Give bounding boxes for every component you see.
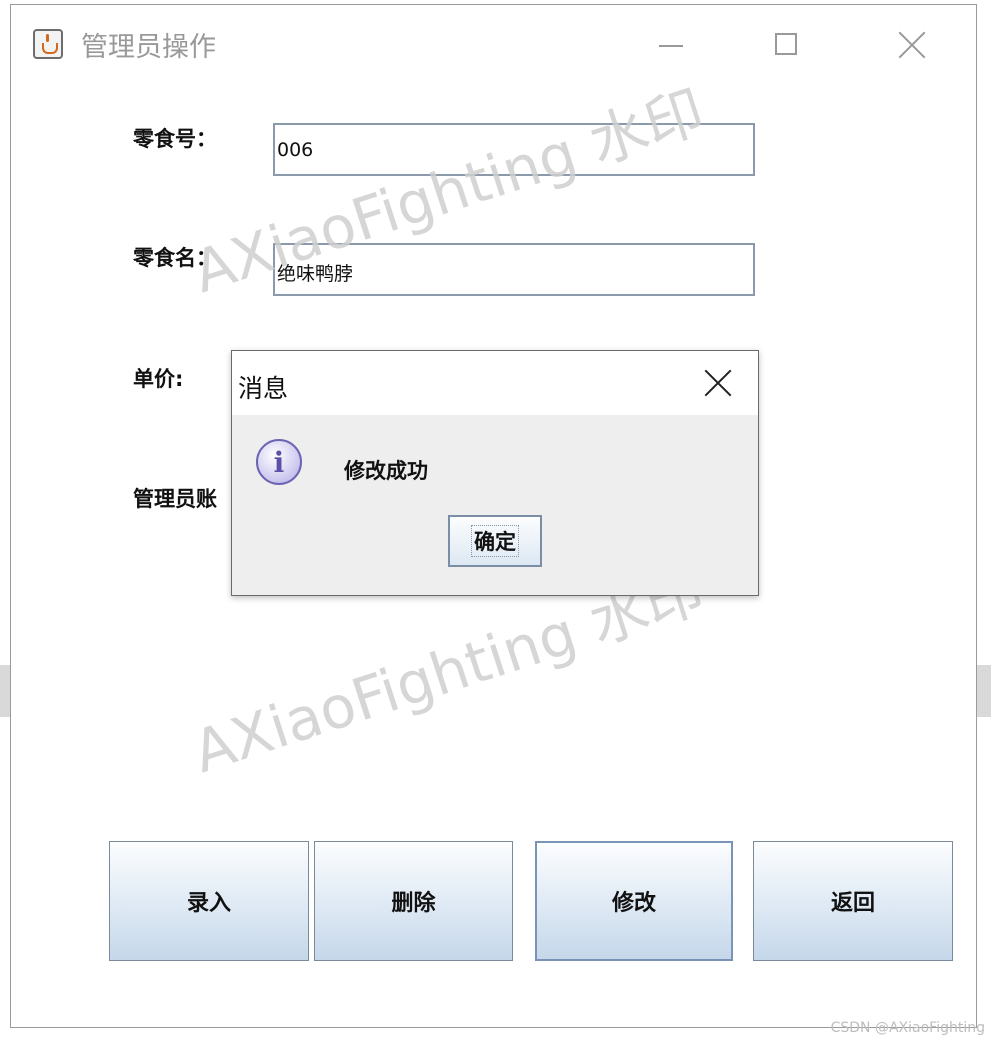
modify-button[interactable]: 修改 — [535, 841, 733, 961]
delete-button[interactable]: 删除 — [314, 841, 513, 961]
message-dialog: 消息 i 修改成功 确定 — [231, 350, 759, 596]
window-title: 管理员操作 — [81, 32, 216, 63]
back-button[interactable]: 返回 — [753, 841, 953, 961]
admin-account-label: 管理员账 — [133, 487, 217, 511]
price-label: 单价: — [133, 367, 184, 391]
ok-button[interactable]: 确定 — [448, 515, 542, 567]
dialog-message: 修改成功 — [344, 459, 428, 483]
snack-id-label: 零食号： — [133, 127, 217, 151]
background-strip-left — [0, 665, 10, 717]
ok-button-label: 确定 — [471, 525, 519, 557]
java-cup-icon — [33, 29, 63, 59]
dialog-header: 消息 — [232, 351, 758, 415]
background-strip-right — [977, 665, 991, 717]
close-icon[interactable] — [887, 23, 937, 67]
maximize-icon[interactable] — [761, 23, 811, 67]
dialog-close-icon[interactable] — [700, 365, 736, 401]
title-bar: 管理员操作 — [11, 5, 976, 85]
enter-button[interactable]: 录入 — [109, 841, 309, 961]
dialog-title: 消息 — [238, 374, 289, 403]
info-icon: i — [256, 439, 302, 485]
credit-watermark: CSDN @AXiaoFighting — [830, 1020, 985, 1036]
minimize-icon[interactable] — [647, 23, 697, 67]
